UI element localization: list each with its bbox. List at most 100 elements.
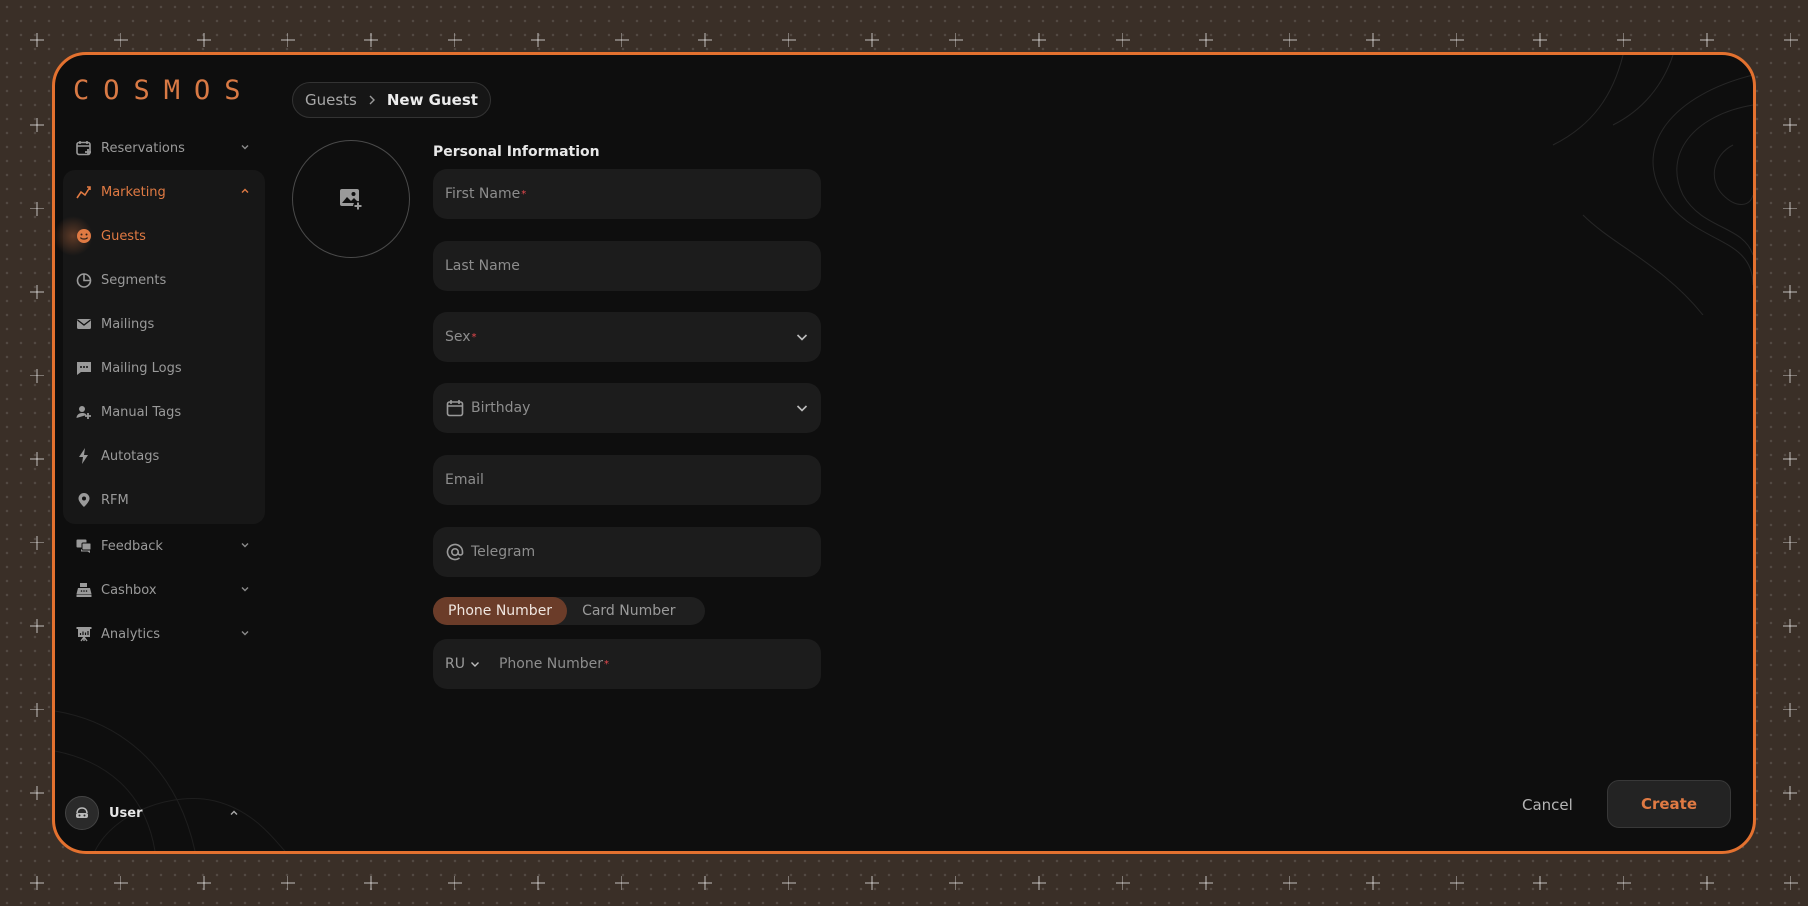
country-code-select[interactable]: RU [445, 656, 481, 672]
plus-marker [1783, 368, 1797, 383]
plus-marker [1032, 876, 1046, 890]
plus-marker [1533, 876, 1547, 890]
map-pin-icon [75, 491, 93, 509]
sidebar-item-segments[interactable]: Segments [63, 258, 265, 302]
sidebar-item-mailings[interactable]: Mailings [63, 302, 265, 346]
sidebar-item-label: RFM [101, 492, 129, 508]
plus-marker [364, 876, 378, 890]
sidebar-item-analytics[interactable]: Analytics [63, 612, 265, 656]
chevron-down-icon [796, 334, 808, 341]
sidebar-item-reservations[interactable]: Reservations [63, 126, 265, 170]
section-title: Personal Information [433, 144, 600, 160]
user-tag-icon [75, 403, 93, 421]
plus-marker [30, 285, 44, 299]
plus-marker [1700, 33, 1714, 47]
card-number-tab[interactable]: Card Number [567, 597, 690, 625]
plus-marker [113, 33, 128, 47]
plus-marker [1783, 876, 1798, 890]
plus-marker [1783, 285, 1797, 299]
create-button[interactable]: Create [1607, 780, 1731, 828]
feedback-icon [75, 537, 93, 555]
plus-marker [197, 876, 211, 890]
sidebar-item-manual-tags[interactable]: Manual Tags [63, 390, 265, 434]
plus-marker [1616, 876, 1631, 890]
country-code: RU [445, 656, 465, 672]
plus-marker [531, 876, 545, 890]
sidebar-item-label: Marketing [101, 184, 166, 200]
sidebar-item-autotags[interactable]: Autotags [63, 434, 265, 478]
plus-marker [1199, 33, 1213, 47]
plus-marker [280, 876, 295, 890]
sidebar-nav: Reservations Marketing Guests Segments M… [55, 126, 265, 656]
sidebar-item-mailing-logs[interactable]: Mailing Logs [63, 346, 265, 390]
plus-marker [1783, 619, 1797, 633]
user-menu[interactable]: User [65, 795, 240, 831]
breadcrumb-current: New Guest [386, 91, 478, 109]
avatar [65, 796, 99, 830]
birthday-picker[interactable]: Birthday [433, 383, 821, 433]
lightning-icon [75, 447, 93, 465]
first-name-placeholder: First Name [445, 186, 521, 202]
plus-marker [698, 33, 712, 47]
chevron-right-icon [365, 93, 379, 107]
cancel-button[interactable]: Cancel [1510, 785, 1585, 825]
plus-marker [614, 33, 629, 47]
plus-marker [447, 876, 462, 890]
at-sign-icon [445, 542, 465, 562]
sidebar-item-feedback[interactable]: Feedback [63, 524, 265, 568]
plus-marker [1366, 876, 1380, 890]
plus-marker [614, 876, 629, 890]
image-add-icon [340, 189, 363, 211]
breadcrumb: Guests New Guest [292, 82, 491, 118]
user-name: User [109, 805, 143, 821]
phone-number-tab[interactable]: Phone Number [433, 597, 568, 625]
first-name-field[interactable]: First Name * [433, 169, 821, 219]
chevron-up-icon [230, 810, 238, 815]
plus-marker [30, 368, 44, 383]
plus-marker [1533, 33, 1547, 47]
plus-marker [30, 201, 44, 216]
sidebar-item-cashbox[interactable]: Cashbox [63, 568, 265, 612]
plus-marker [1199, 876, 1213, 890]
plus-marker [280, 33, 295, 47]
required-mark: * [521, 188, 527, 200]
analytics-board-icon [75, 625, 93, 643]
sidebar-item-label: Analytics [101, 626, 161, 642]
plus-marker [1115, 33, 1130, 47]
photo-upload[interactable] [292, 140, 410, 258]
last-name-field[interactable]: Last Name [433, 241, 821, 291]
sidebar-item-label: Manual Tags [101, 404, 182, 420]
plus-marker [948, 33, 963, 47]
trend-chart-icon [75, 183, 93, 201]
email-field[interactable]: Email [433, 455, 821, 505]
plus-marker [1700, 876, 1714, 890]
sex-select[interactable]: Sex * [433, 312, 821, 362]
sidebar-item-marketing[interactable]: Marketing [63, 170, 265, 214]
sidebar-item-label: Feedback [101, 538, 163, 554]
plus-marker [30, 702, 44, 717]
telegram-placeholder: Telegram [471, 544, 536, 560]
plus-marker [30, 876, 44, 890]
plus-marker [781, 876, 796, 890]
plus-marker [1783, 201, 1797, 216]
telegram-field[interactable]: Telegram [433, 527, 821, 577]
smiley-icon [75, 227, 93, 245]
breadcrumb-guests-link[interactable]: Guests [305, 91, 357, 109]
phone-number-field[interactable]: RU Phone Number * [433, 639, 821, 689]
plus-marker [865, 33, 879, 47]
chevron-down-icon [470, 662, 479, 667]
plus-marker [1032, 33, 1046, 47]
pie-chart-icon [75, 271, 93, 289]
chat-dots-icon [75, 359, 93, 377]
plus-marker [1616, 33, 1631, 47]
plus-marker [1783, 452, 1797, 466]
cash-register-icon [75, 581, 93, 599]
sidebar-item-label: Segments [101, 272, 167, 288]
sidebar-item-rfm[interactable]: RFM [63, 478, 265, 522]
sidebar-item-guests[interactable]: Guests [55, 214, 265, 258]
plus-marker [1449, 876, 1464, 890]
last-name-placeholder: Last Name [445, 258, 520, 274]
plus-marker [197, 33, 211, 47]
plus-marker [30, 535, 44, 550]
sidebar: COSMOS Reservations Marketing Guests Seg… [55, 55, 275, 851]
